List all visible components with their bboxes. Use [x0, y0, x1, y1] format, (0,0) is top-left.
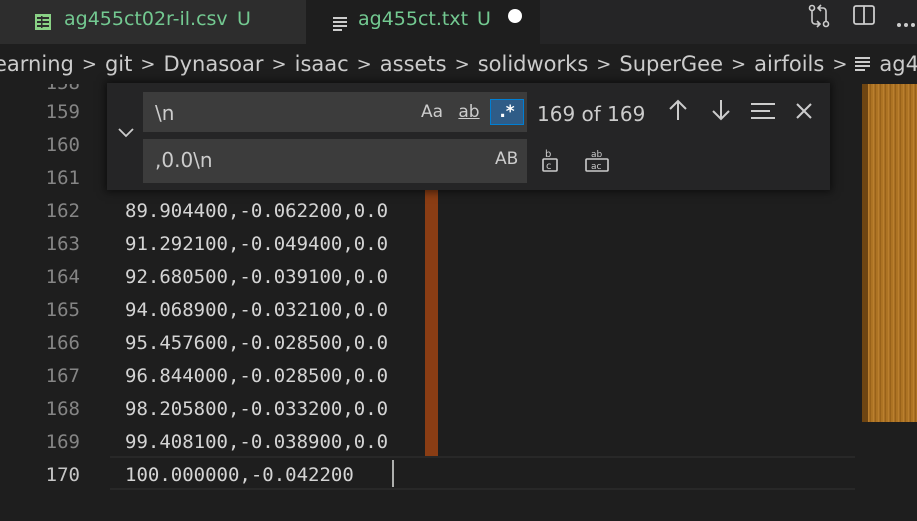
tab-untracked-badge: U [477, 8, 491, 30]
tab-label: ag455ct02r-il.csv [64, 8, 228, 30]
match-count: 169 of 169 [537, 102, 646, 126]
tab-untracked-badge: U [237, 8, 251, 30]
text-file-icon [855, 52, 871, 76]
replace-all-icon[interactable]: ab ac [583, 147, 611, 177]
code-line[interactable]: 98.205800,-0.033200,0.0 [125, 393, 388, 426]
breadcrumb-item[interactable]: solidworks [478, 52, 589, 76]
chevron-right-icon: > [81, 53, 97, 75]
replace-one-icon[interactable]: b c [540, 147, 562, 177]
line-number-gutter: 158 159 160 161 162 163 164 165 166 167 … [0, 84, 96, 521]
tab-csv-file[interactable]: ag455ct02r-il.csv U [0, 0, 306, 44]
line-number: 165 [45, 299, 80, 321]
find-input[interactable]: \n Aa ab .* [143, 92, 527, 132]
code-line[interactable]: 91.292100,-0.049400,0.0 [125, 228, 388, 261]
find-replace-widget: \n Aa ab .* 169 of 169 ,0.0\n AB b c ab … [107, 83, 830, 190]
code-line[interactable]: 92.680500,-0.039100,0.0 [125, 261, 388, 294]
chevron-right-icon: > [454, 53, 470, 75]
tab-txt-file[interactable]: ag455ct.txt U [306, 0, 540, 44]
line-number: 164 [45, 266, 80, 288]
chevron-right-icon: > [271, 53, 287, 75]
match-case-toggle[interactable]: Aa [417, 99, 447, 125]
line-number: 161 [45, 167, 80, 189]
svg-text:ac: ac [591, 162, 602, 172]
split-editor-icon[interactable] [852, 3, 876, 31]
code-line[interactable]: 95.457600,-0.028500,0.0 [125, 327, 388, 360]
breadcrumb-item-current-file[interactable]: ag455ct.t [879, 52, 917, 76]
source-control-compare-icon[interactable] [806, 3, 832, 33]
find-match-highlight [425, 188, 438, 458]
breadcrumb-item[interactable]: Dynasoar [163, 52, 263, 76]
code-line[interactable]: 94.068900,-0.032100,0.0 [125, 294, 388, 327]
code-line[interactable]: 89.904400,-0.062200,0.0 [125, 195, 388, 228]
unsaved-changes-dot[interactable] [508, 9, 522, 23]
chevron-right-icon: > [356, 53, 372, 75]
chevron-right-icon: > [832, 53, 848, 75]
minimap[interactable] [862, 84, 917, 422]
line-number-active: 170 [45, 464, 80, 486]
code-line[interactable]: 100.000000,-0.042200 [125, 459, 354, 492]
whole-word-toggle[interactable]: ab [452, 99, 486, 125]
text-file-icon [332, 14, 348, 36]
find-in-selection-icon[interactable] [750, 102, 776, 124]
text-cursor [392, 460, 394, 487]
close-icon[interactable] [795, 102, 813, 124]
code-line[interactable]: 96.844000,-0.028500,0.0 [125, 360, 388, 393]
tab-label: ag455ct.txt [358, 8, 469, 30]
line-number: 160 [45, 134, 80, 156]
code-line[interactable]: 99.408100,-0.038900,0.0 [125, 426, 388, 459]
line-number: 166 [45, 332, 80, 354]
csv-file-icon [34, 13, 52, 36]
breadcrumb-item[interactable]: earning [0, 52, 74, 76]
chevron-right-icon: > [596, 53, 612, 75]
breadcrumb-item[interactable]: assets [380, 52, 447, 76]
line-number: 162 [45, 200, 80, 222]
previous-match-arrow-up-icon[interactable] [667, 98, 689, 126]
chevron-right-icon: > [140, 53, 156, 75]
minimap-slider[interactable] [862, 84, 868, 422]
replace-input[interactable]: ,0.0\n AB [143, 139, 527, 183]
breadcrumb-item[interactable]: SuperGee [619, 52, 723, 76]
line-number: 159 [45, 101, 80, 123]
regex-toggle[interactable]: .* [490, 99, 524, 125]
replace-input-value[interactable]: ,0.0\n [155, 148, 213, 172]
svg-text:c: c [546, 161, 552, 172]
preserve-case-toggle[interactable]: AB [495, 149, 518, 169]
find-input-value[interactable]: \n [155, 101, 174, 125]
more-actions-icon[interactable] [896, 13, 917, 32]
line-number: 168 [45, 398, 80, 420]
line-number: 169 [45, 431, 80, 453]
line-number: 167 [45, 365, 80, 387]
breadcrumb-item[interactable]: isaac [295, 52, 349, 76]
line-number: 163 [45, 233, 80, 255]
chevron-right-icon: > [731, 53, 747, 75]
next-match-arrow-down-icon[interactable] [710, 98, 732, 126]
breadcrumb-item[interactable]: git [105, 52, 132, 76]
breadcrumb-item[interactable]: airfoils [754, 52, 824, 76]
tab-bar: ag455ct02r-il.csv U ag455ct.txt U [0, 0, 917, 44]
breadcrumb: earning > git > Dynasoar > isaac > asset… [0, 44, 917, 84]
toggle-replace-chevron-icon[interactable] [117, 123, 135, 144]
